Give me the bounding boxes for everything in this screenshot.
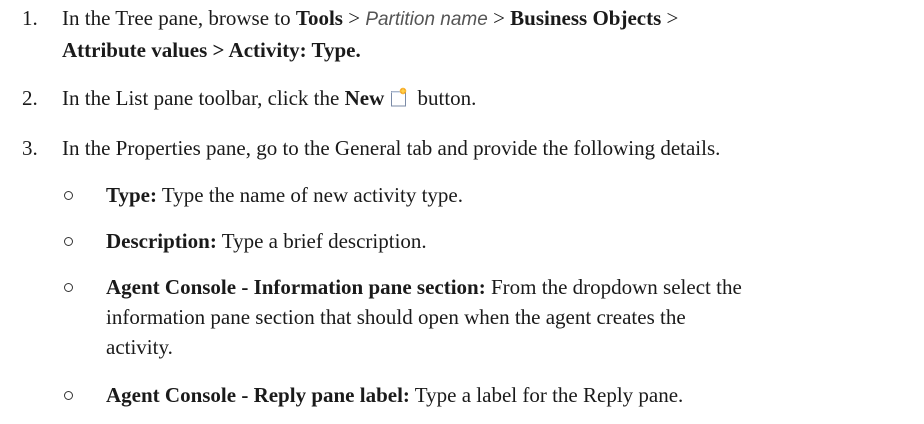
field-label: Agent Console - Information pane section… (106, 275, 486, 299)
bullet-circle-icon (64, 391, 73, 400)
field-label: Description: (106, 229, 217, 253)
step-text: In the Properties pane, go to the Genera… (62, 136, 721, 160)
field-description: Type the name of new activity type. (161, 183, 464, 207)
field-label: Agent Console - Reply pane label: (106, 383, 410, 407)
step-text: In the List pane toolbar, click the New … (62, 82, 922, 114)
field-description: Type a brief description. (221, 229, 427, 253)
bullet-circle-icon (64, 283, 73, 292)
bullet-circle-icon (64, 191, 73, 200)
step-text-pre: In the Tree pane, browse to (62, 6, 291, 30)
path-separator: > (348, 6, 361, 30)
tools-label: Tools (295, 6, 343, 30)
field-description: information pane section that should ope… (106, 305, 686, 329)
path-separator: > (493, 6, 505, 30)
step-number: 2. (22, 86, 38, 110)
new-button-label: New (344, 86, 385, 110)
step-text-pre: In the List pane toolbar, click the (62, 86, 340, 110)
field-description: From the dropdown select the (490, 275, 742, 299)
path-separator: > (666, 6, 679, 30)
bullet-circle-icon (64, 237, 73, 246)
field-description: Type a label for the Reply pane. (414, 383, 684, 407)
step-number: 3. (22, 136, 38, 160)
attribute-path-label: Attribute values > Activity: Type. (62, 38, 361, 62)
step-text: In the Tree pane, browse to Tools > Part… (62, 2, 922, 36)
step-number: 1. (22, 6, 38, 30)
field-description: activity. (106, 335, 173, 359)
field-label: Type: (106, 183, 157, 207)
partition-name-label: Partition name (365, 9, 488, 30)
step-text-post: button. (417, 86, 477, 110)
business-objects-label: Business Objects (510, 6, 662, 30)
new-document-icon (390, 84, 408, 107)
